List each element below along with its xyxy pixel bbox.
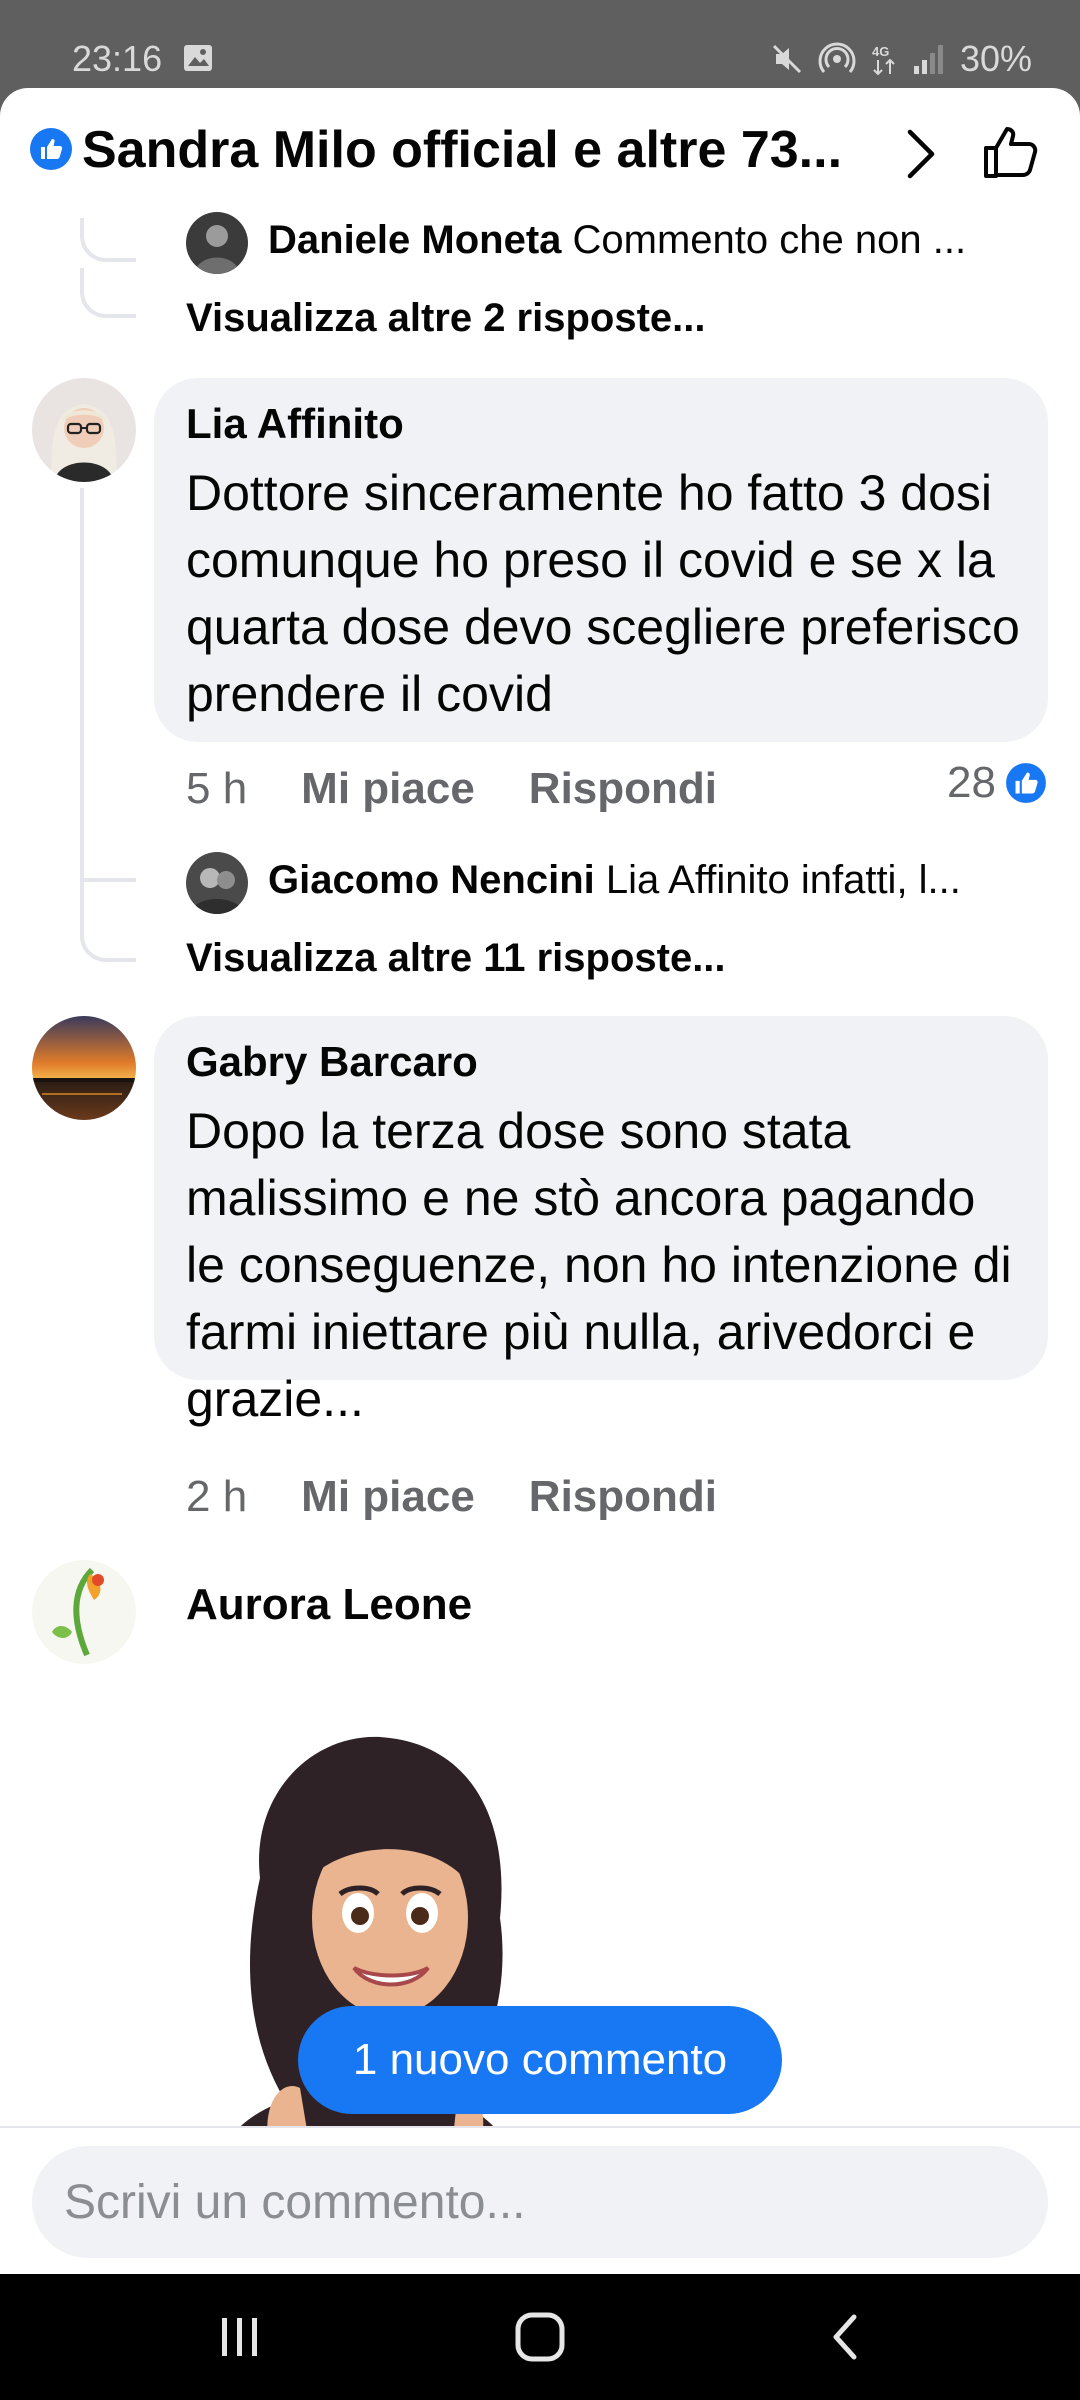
avatar[interactable] (186, 212, 248, 274)
comments-sheet: Sandra Milo official e altre 73... Danie… (0, 88, 1080, 2274)
comment-author[interactable]: Lia Affinito (186, 400, 404, 448)
avatar[interactable] (32, 1560, 136, 1664)
4g-icon: 4G (872, 44, 895, 76)
home-icon[interactable] (500, 2304, 580, 2370)
status-icons: 4G 30% (770, 38, 1032, 80)
composer-bar: Scrivi un commento... (0, 2126, 1080, 2274)
chevron-right-icon[interactable] (900, 126, 940, 182)
comment-text: Dottore sinceramente ho fatto 3 dosi com… (186, 465, 1020, 722)
reply-text: Commento che non ... (572, 218, 967, 262)
image-icon (184, 45, 212, 71)
avatar[interactable] (32, 378, 136, 482)
hotspot-icon (818, 42, 856, 73)
thread-connector (80, 918, 136, 962)
reactions-header[interactable]: Sandra Milo official e altre 73... (0, 88, 1080, 218)
like-badge-icon (30, 128, 72, 170)
comment-input[interactable]: Scrivi un commento... (32, 2146, 1048, 2258)
comment-author[interactable]: Gabry Barcaro (186, 1038, 478, 1086)
mute-icon (772, 44, 801, 74)
comment-bubble[interactable]: Lia Affinito Dottore sinceramente ho fat… (154, 378, 1048, 742)
comment-bubble[interactable]: Gabry Barcaro Dopo la terza dose sono st… (154, 1016, 1048, 1427)
thread-connector (80, 268, 136, 318)
like-button[interactable]: Mi piace (301, 764, 475, 814)
reply-author[interactable]: Giacomo Nencini (268, 858, 595, 902)
reply-author[interactable]: Daniele Moneta (268, 218, 561, 262)
comment-text: Dopo la terza dose sono stata malissimo … (186, 1103, 1012, 1427)
system-nav-bar (0, 2274, 1080, 2400)
recent-apps-icon[interactable] (200, 2304, 280, 2370)
svg-text:4G: 4G (872, 44, 889, 59)
like-reaction-icon (1004, 761, 1048, 805)
thumbs-up-icon[interactable] (980, 122, 1040, 182)
comment-actions: 5 h Mi piace Rispondi (186, 764, 717, 814)
back-icon[interactable] (806, 2304, 886, 2370)
status-bar: 23:16 4G 30% (0, 0, 1080, 90)
reply-text: Lia Affinito infatti, l... (605, 858, 961, 902)
thread-connector (80, 878, 136, 882)
like-button[interactable]: Mi piace (301, 1472, 475, 1522)
view-more-replies[interactable]: Visualizza altre 11 risposte... (186, 936, 726, 981)
thread-connector (80, 218, 136, 262)
new-comment-button[interactable]: 1 nuovo commento (298, 2006, 782, 2114)
comment-time: 2 h (186, 1472, 248, 1521)
thread-line (80, 488, 84, 918)
avatar[interactable] (32, 1016, 136, 1120)
reply-preview[interactable]: Giacomo Nencini Lia Affinito infatti, l.… (268, 858, 1048, 903)
comment-actions: 2 h Mi piace Rispondi (186, 1472, 717, 1522)
status-time: 23:16 (72, 38, 163, 79)
signal-icon (913, 45, 943, 74)
reaction-count: 28 (947, 758, 996, 807)
comment-time: 5 h (186, 764, 248, 813)
battery-percent: 30% (959, 38, 1032, 79)
avatar[interactable] (186, 852, 248, 914)
reaction-summary[interactable]: 28 (947, 758, 1048, 808)
reply-button[interactable]: Rispondi (529, 1472, 717, 1522)
comment-author[interactable]: Aurora Leone (186, 1580, 472, 1630)
view-more-replies[interactable]: Visualizza altre 2 risposte... (186, 296, 706, 341)
reply-button[interactable]: Rispondi (529, 764, 717, 814)
header-title[interactable]: Sandra Milo official e altre 73... (82, 120, 862, 180)
reply-preview[interactable]: Daniele Moneta Commento che non ... (268, 218, 1044, 263)
